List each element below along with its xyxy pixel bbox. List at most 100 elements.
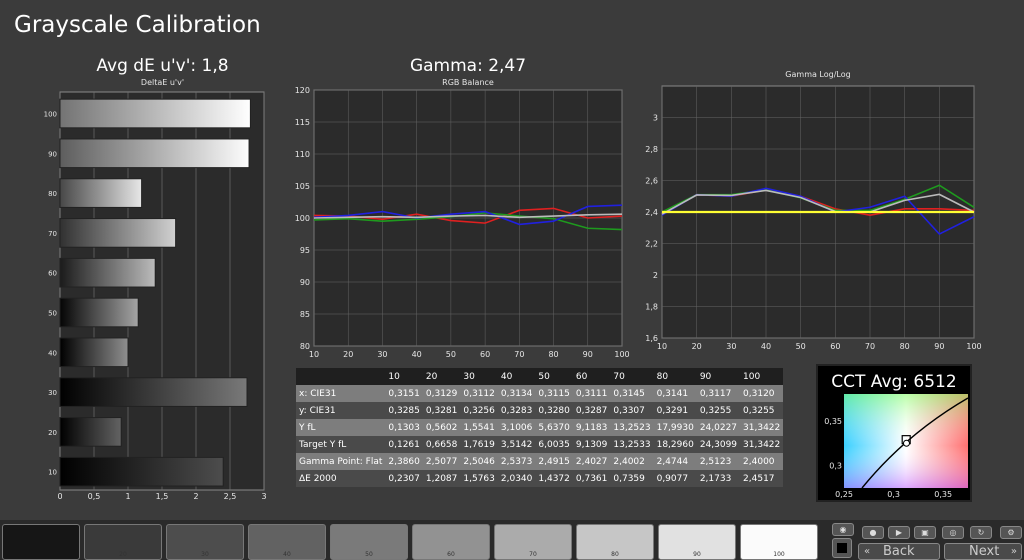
gamma-y-tick: 1,6 xyxy=(645,334,658,343)
gamma-x-tick: 90 xyxy=(934,342,944,351)
cie-y-tick: 0,3 xyxy=(829,462,842,471)
table-cell: 0,3281 xyxy=(422,402,461,419)
gray-patch-swatch[interactable]: 30 xyxy=(166,524,244,560)
swatch-label: 50 xyxy=(365,551,373,558)
delta-e-y-tick: 60 xyxy=(48,270,57,278)
gamma-x-tick: 20 xyxy=(692,342,702,351)
table-cell: y: CIE31 xyxy=(296,402,386,419)
table-header-row: 10 20 30 40 50 60 70 80 90 100 xyxy=(296,368,784,385)
delta-e-x-tick: 0 xyxy=(57,492,62,501)
rgb-y-tick: 85 xyxy=(300,310,310,319)
delta-e-bar xyxy=(59,218,177,248)
play-icon[interactable]: ▶ xyxy=(888,526,910,539)
delta-e-bar xyxy=(59,337,129,368)
cie-x-tick: 0,25 xyxy=(835,490,853,499)
settings-icon[interactable]: ⚙ xyxy=(1000,526,1022,539)
table-cell: 0,3283 xyxy=(497,402,536,419)
gray-patch-swatch[interactable]: 100 xyxy=(740,524,818,560)
gray-patch-swatch[interactable]: 40 xyxy=(248,524,326,560)
delta-e-x-tick: 1,5 xyxy=(156,492,169,501)
table-row: y: CIE31 0,3285 0,3281 0,3256 0,3283 0,3280 0,… xyxy=(296,402,784,419)
table-header-cell: 40 xyxy=(497,368,536,385)
rgb-y-tick: 110 xyxy=(295,150,310,159)
table-cell: 17,9930 xyxy=(653,419,697,436)
delta-e-y-tick: 100 xyxy=(44,110,57,118)
table-cell: 2,1733 xyxy=(696,470,741,487)
rgb-x-tick: 50 xyxy=(446,350,456,358)
gray-patch-swatch[interactable]: 20 xyxy=(84,524,162,560)
gray-patch-swatch[interactable]: 90 xyxy=(658,524,736,560)
delta-e-x-tick: 3 xyxy=(261,492,266,501)
gray-patch-swatch[interactable]: 70 xyxy=(494,524,572,560)
eye-icon[interactable]: ◉ xyxy=(832,523,854,536)
table-cell: 0,1303 xyxy=(385,419,423,436)
gray-patch-swatch[interactable]: 50 xyxy=(330,524,408,560)
record-icon[interactable]: ● xyxy=(862,526,884,539)
table-header-cell: 20 xyxy=(422,368,461,385)
table-cell: Target Y fL xyxy=(296,436,386,453)
page-title: Grayscale Calibration xyxy=(14,12,261,38)
next-button[interactable]: Next » xyxy=(944,543,1022,560)
swatch-label: 70 xyxy=(529,551,537,558)
rgb-x-tick: 70 xyxy=(514,350,524,358)
table-cell: 2,4000 xyxy=(740,453,784,470)
table-row: Gamma Point: Flat 2,3860 2,5077 2,5046 2,537… xyxy=(296,453,784,470)
delta-e-y-tick: 40 xyxy=(48,349,57,357)
delta-e-x-tick: 0,5 xyxy=(88,492,101,501)
gamma-x-tick: 80 xyxy=(900,342,910,351)
delta-e-bar xyxy=(59,297,139,328)
back-button[interactable]: « Back xyxy=(858,543,940,560)
rgb-x-tick: 10 xyxy=(309,350,319,358)
rgb-y-tick: 80 xyxy=(300,342,310,351)
gray-patch-swatch[interactable]: 60 xyxy=(412,524,490,560)
table-cell: 0,3255 xyxy=(740,402,784,419)
refresh-icon[interactable]: ↻ xyxy=(970,526,992,539)
gray-patch-swatch[interactable] xyxy=(2,524,80,560)
table-cell: 0,5602 xyxy=(422,419,461,436)
table-row: ΔE 2000 0,2307 1,2087 1,5763 2,0340 1,4372 0,7… xyxy=(296,470,784,487)
gamma-y-tick: 2,8 xyxy=(645,145,658,154)
back-label: Back xyxy=(883,544,915,559)
table-row: Y fL 0,1303 0,5602 1,5541 3,1006 5,6370 9,1183… xyxy=(296,419,784,436)
swatch-label: 100 xyxy=(773,551,785,558)
swatch-label: 20 xyxy=(119,551,127,558)
table-cell: 9,1183 xyxy=(572,419,611,436)
table-cell: 0,7361 xyxy=(572,470,611,487)
gamma-log-chart-title: Gamma Log/Log xyxy=(785,70,851,79)
gray-patch-swatch[interactable]: 80 xyxy=(576,524,654,560)
view-icon[interactable]: ◎ xyxy=(942,526,964,539)
table-cell: 18,2960 xyxy=(653,436,697,453)
table-cell: 2,5077 xyxy=(422,453,461,470)
save-icon[interactable]: ▣ xyxy=(914,526,936,539)
delta-e-bar xyxy=(59,98,251,129)
rgb-y-tick: 90 xyxy=(300,278,310,287)
table-cell: Gamma Point: Flat xyxy=(296,453,386,470)
delta-e-y-tick: 70 xyxy=(48,230,57,238)
gamma-x-tick: 50 xyxy=(796,342,806,351)
table-cell: 0,9077 xyxy=(653,470,697,487)
gamma-x-tick: 10 xyxy=(657,342,667,351)
cct-avg-title: CCT Avg: 6512 xyxy=(831,372,957,392)
gamma-title: Gamma: 2,47 xyxy=(409,56,527,76)
table-header-cell: 50 xyxy=(535,368,573,385)
stop-button[interactable] xyxy=(832,538,852,558)
delta-e-y-tick: 30 xyxy=(48,389,57,397)
delta-e-y-tick: 10 xyxy=(48,469,57,477)
rgb-x-tick: 100 xyxy=(614,350,629,358)
table-cell: 5,6370 xyxy=(535,419,573,436)
cie-diagram: 0,25 0,3 0,35 0,3 0,35 xyxy=(824,394,969,499)
rgb-y-tick: 105 xyxy=(295,182,310,191)
table-cell: 0,7359 xyxy=(610,470,654,487)
swatch-label: 80 xyxy=(611,551,619,558)
swatch-label: 40 xyxy=(283,551,291,558)
chevron-left-icon: « xyxy=(864,546,871,557)
table-cell: 0,3307 xyxy=(610,402,654,419)
table-cell: 9,1309 xyxy=(572,436,611,453)
gamma-y-tick: 2,2 xyxy=(645,240,658,249)
table-header-cell: 90 xyxy=(696,368,741,385)
delta-e-y-tick: 20 xyxy=(48,429,57,437)
table-cell: 0,3134 xyxy=(497,385,536,402)
swatch-label: 60 xyxy=(447,551,455,558)
table-cell: 31,3422 xyxy=(740,419,784,436)
delta-e-x-tick: 2,5 xyxy=(224,492,237,501)
